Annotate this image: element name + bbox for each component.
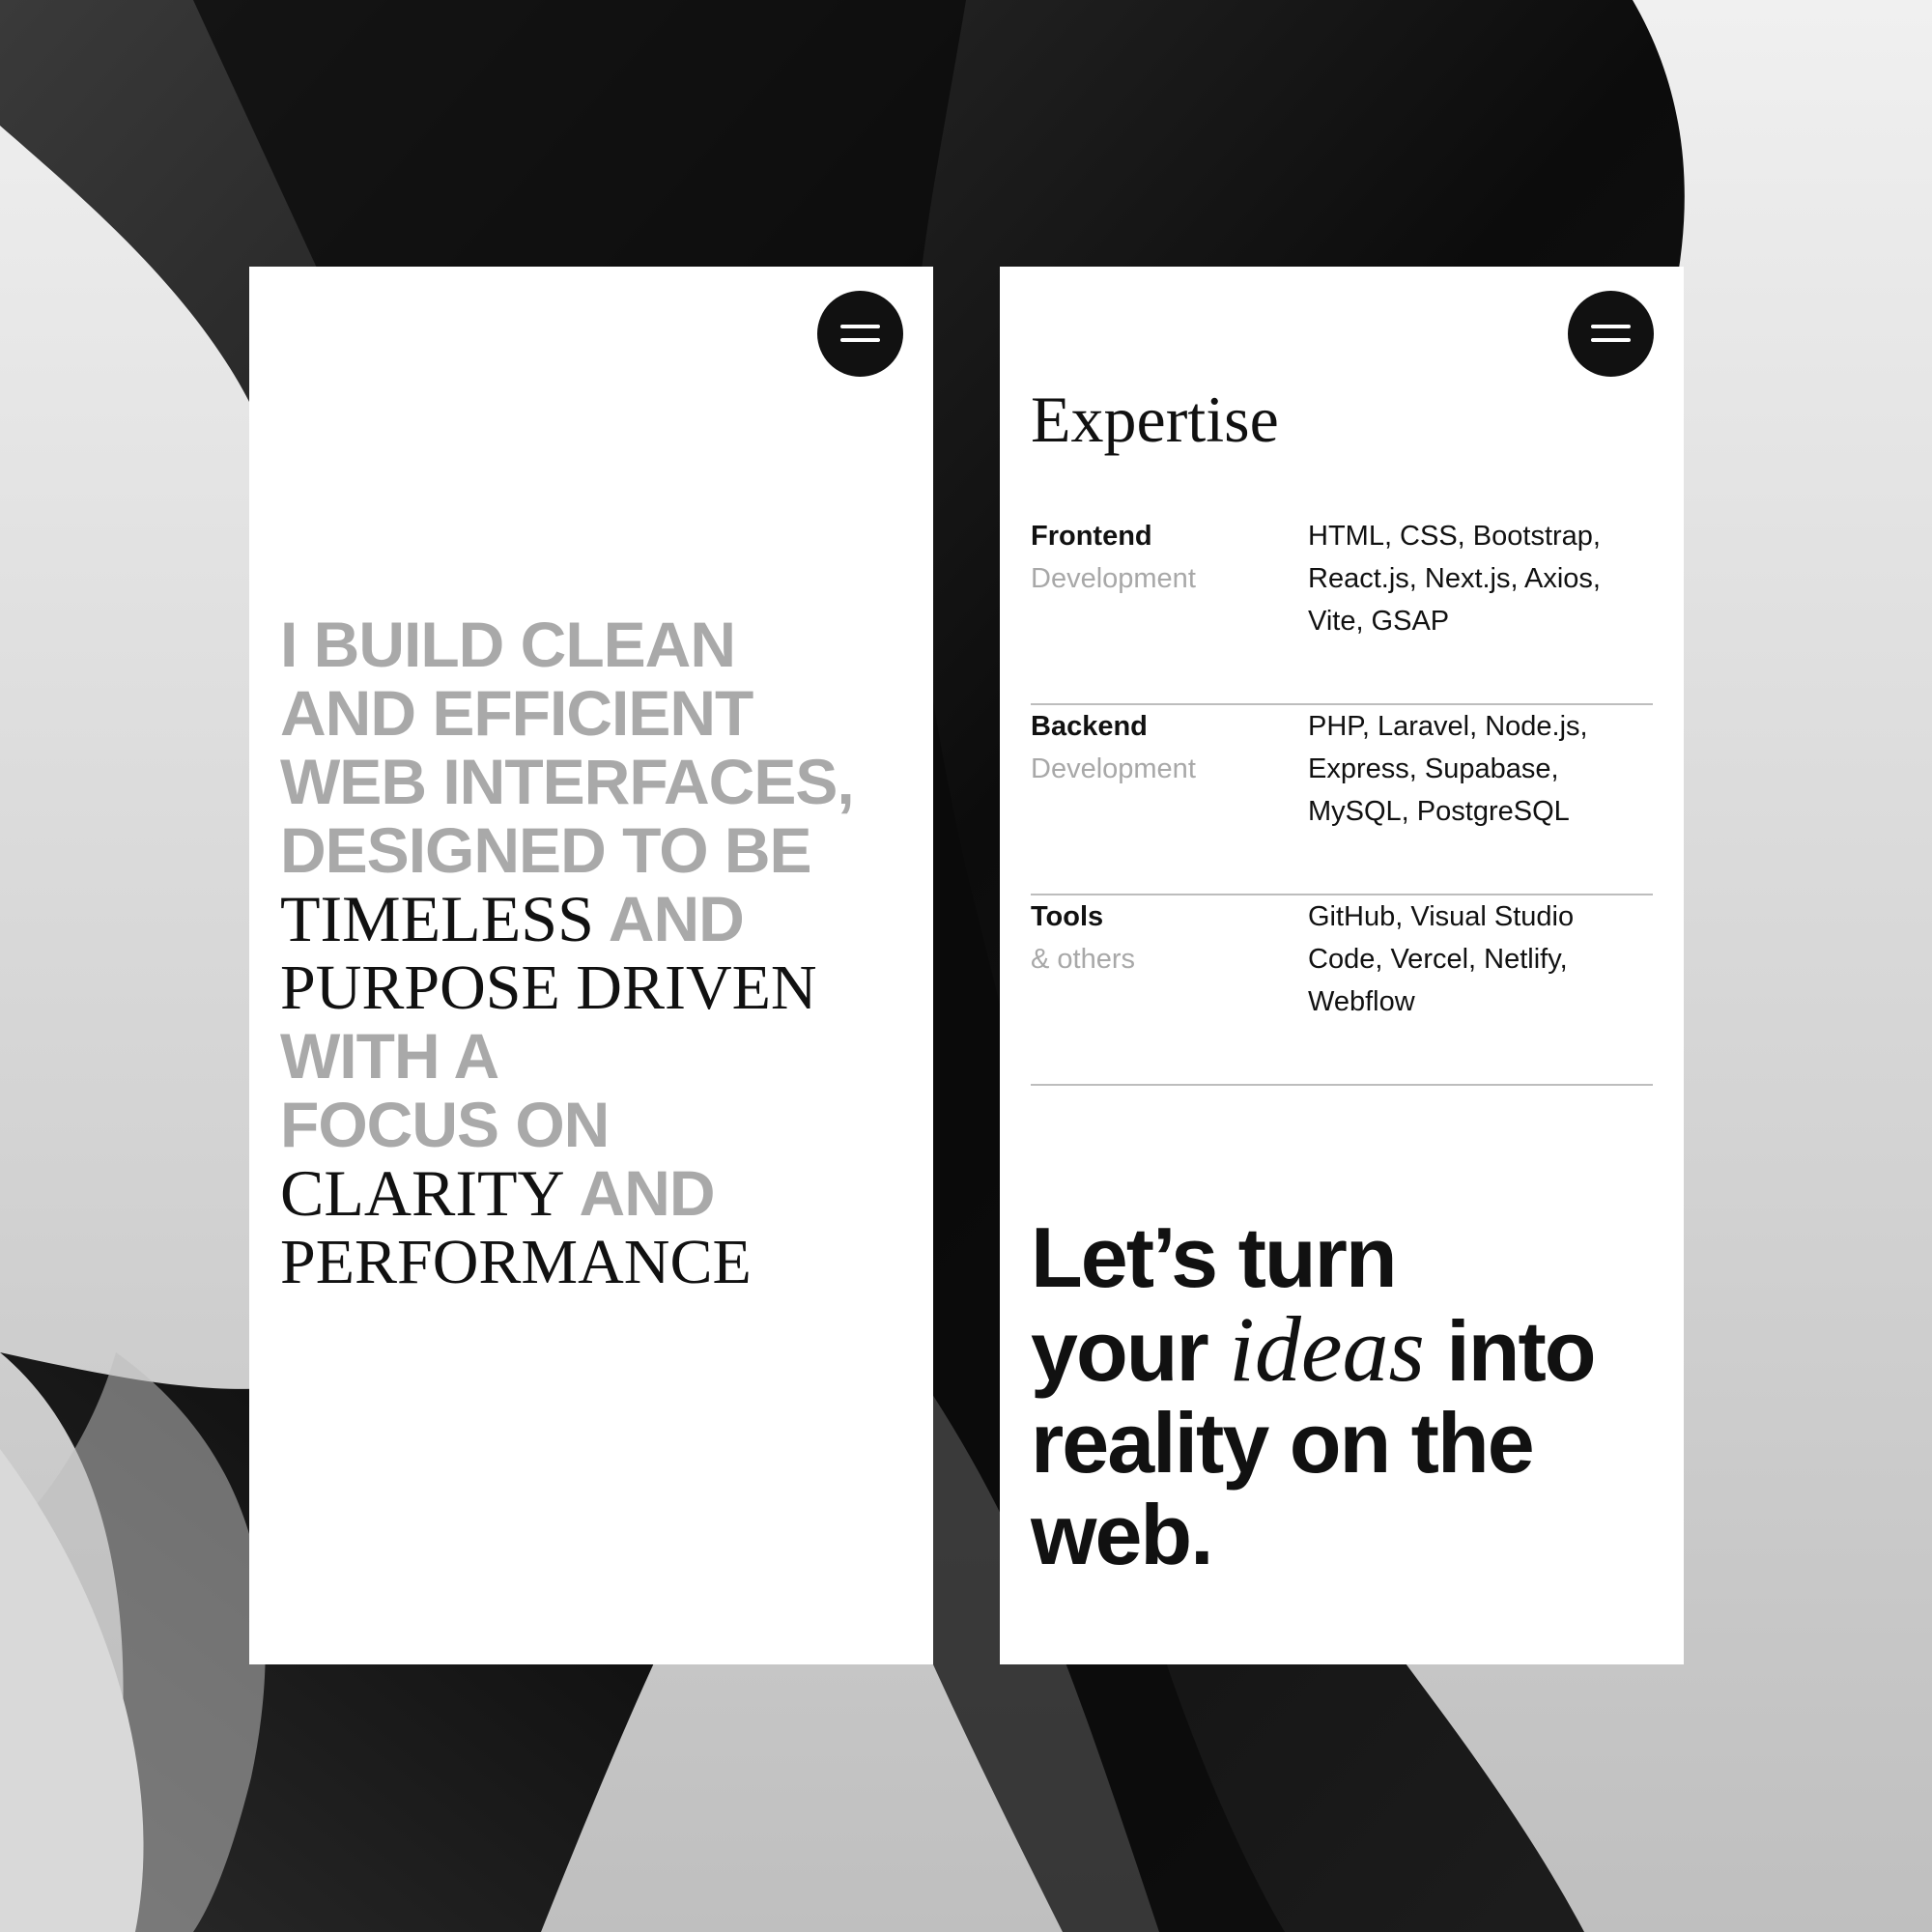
menu-button[interactable] — [817, 291, 903, 377]
hamburger-menu-icon-bar — [840, 338, 880, 342]
category-subtitle: Development — [1031, 753, 1196, 784]
expertise-row-tools: Tools & others GitHub, Visual Studio Cod… — [1031, 895, 1653, 1086]
statement-emphasis: PERFORMANCE — [280, 1227, 752, 1297]
statement-line: WEB INTERFACES, — [280, 746, 855, 817]
statement-emphasis: TIMELESS — [280, 882, 594, 955]
statement-line: WITH A — [280, 1020, 499, 1092]
expertise-row-backend: Backend Development PHP, Laravel, Node.j… — [1031, 705, 1653, 895]
expertise-list: Frontend Development HTML, CSS, Bootstra… — [1031, 515, 1653, 1086]
category-title: Tools — [1031, 901, 1104, 932]
expertise-category: Tools & others — [1031, 895, 1135, 980]
mobile-screen-expertise: Expertise Frontend Development HTML, CSS… — [1000, 267, 1684, 1664]
skill-line: HTML, CSS, Bootstrap, — [1308, 521, 1601, 552]
category-subtitle: & others — [1031, 944, 1135, 975]
skill-list: GitHub, Visual Studio Code, Vercel, Netl… — [1308, 895, 1653, 1023]
cta-line: web. — [1031, 1487, 1214, 1582]
cta-text: your — [1031, 1303, 1230, 1399]
expertise-heading: Expertise — [1031, 383, 1279, 456]
expertise-category: Backend Development — [1031, 705, 1196, 790]
statement-line: CLARITY AND — [280, 1159, 918, 1228]
statement-connector: AND — [593, 883, 745, 954]
statement-emphasis: CLARITY — [280, 1156, 565, 1230]
category-title: Backend — [1031, 711, 1148, 742]
statement-emphasis: PURPOSE DRIVEN — [280, 952, 817, 1023]
hamburger-menu-icon-bar — [1591, 338, 1631, 342]
skill-list: HTML, CSS, Bootstrap, React.js, Next.js,… — [1308, 515, 1653, 642]
skill-list: PHP, Laravel, Node.js, Express, Supabase… — [1308, 705, 1653, 833]
cta-emphasis: ideas — [1229, 1297, 1425, 1401]
cta-heading: Let’s turn your ideas into reality on th… — [1031, 1209, 1597, 1582]
skill-line: PHP, Laravel, Node.js, — [1308, 711, 1588, 742]
statement-line: FOCUS ON — [280, 1089, 610, 1160]
category-subtitle: Development — [1031, 563, 1196, 594]
skill-line: Code, Vercel, Netlify, — [1308, 944, 1568, 975]
expertise-category: Frontend Development — [1031, 515, 1196, 600]
mobile-screen-statement: I BUILD CLEAN AND EFFICIENT WEB INTERFAC… — [249, 267, 933, 1664]
cta-line: Let’s turn — [1031, 1209, 1398, 1305]
statement-line: DESIGNED TO BE — [280, 814, 812, 886]
hamburger-menu-icon — [1591, 325, 1631, 328]
statement-line: I BUILD CLEAN — [280, 609, 736, 680]
menu-button[interactable] — [1568, 291, 1654, 377]
skill-line: React.js, Next.js, Axios, — [1308, 563, 1601, 594]
statement-connector: AND — [564, 1157, 716, 1229]
intro-statement: I BUILD CLEAN AND EFFICIENT WEB INTERFAC… — [280, 609, 918, 1297]
hamburger-menu-icon — [840, 325, 880, 328]
skill-line: Vite, GSAP — [1308, 606, 1450, 637]
statement-line: TIMELESS AND — [280, 885, 918, 953]
skill-line: MySQL, PostgreSQL — [1308, 796, 1570, 827]
cta-text: into — [1424, 1303, 1596, 1399]
skill-line: Express, Supabase, — [1308, 753, 1559, 784]
category-title: Frontend — [1031, 521, 1152, 552]
cta-line: reality on the — [1031, 1395, 1535, 1491]
skill-line: GitHub, Visual Studio — [1308, 901, 1575, 932]
cta-line: your ideas into — [1031, 1303, 1597, 1399]
expertise-row-frontend: Frontend Development HTML, CSS, Bootstra… — [1031, 515, 1653, 705]
skill-line: Webflow — [1308, 986, 1415, 1017]
statement-line: AND EFFICIENT — [280, 677, 753, 749]
